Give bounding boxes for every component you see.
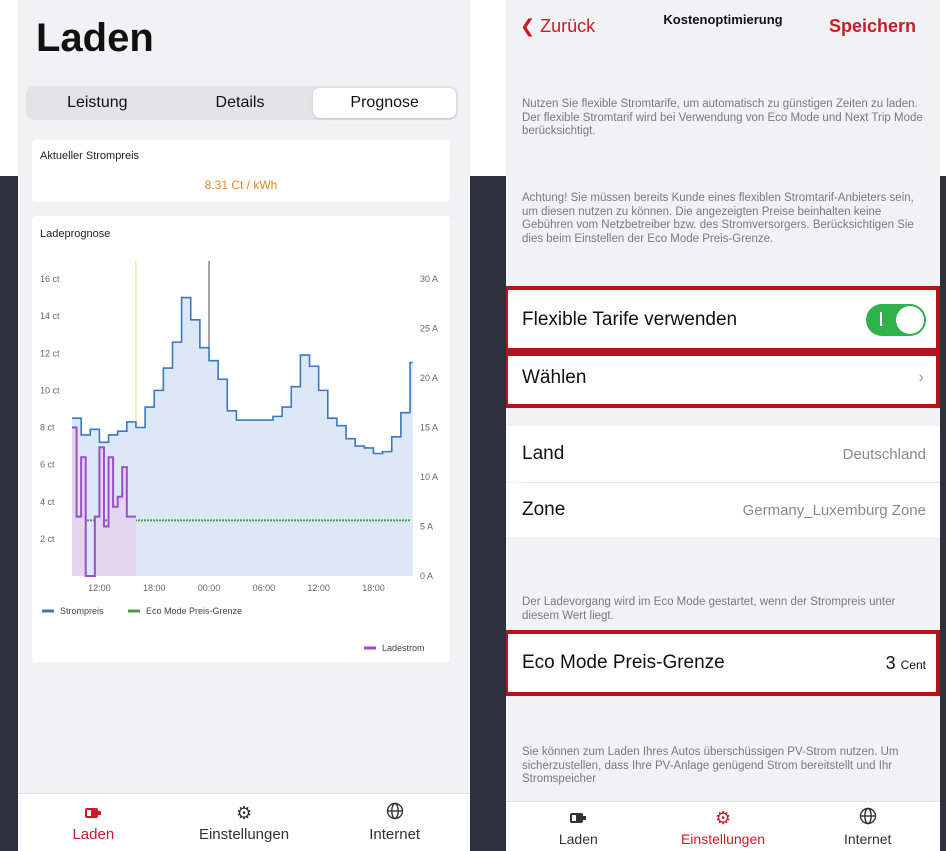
info-text: Nutzen Sie flexible Stromtarife, um auto… (522, 98, 923, 137)
globe-icon (859, 807, 877, 829)
segment-prognose[interactable]: Prognose (313, 88, 457, 118)
laden-screen: Laden Leistung Details Prognose Aktuelle… (18, 0, 470, 851)
battery-icon (85, 802, 102, 824)
y-left-tick-label: 12 ct (40, 348, 60, 358)
header: Laden (18, 0, 470, 80)
tab-laden[interactable]: Laden (18, 794, 169, 851)
gear-icon: ⚙ (714, 807, 732, 828)
pv-info-text: Sie können zum Laden Ihres Autos übersch… (522, 746, 899, 785)
highlight-box (506, 286, 940, 352)
y-right-tick-label: 20 A (420, 373, 438, 383)
gear-icon: ⚙ (235, 803, 253, 823)
tab-einstellungen[interactable]: ⚙ Einstellungen (651, 802, 796, 851)
zone-value: Germany_Luxemburg Zone (742, 501, 926, 519)
x-tick-label: 00:00 (198, 583, 221, 593)
x-tick-label: 18:00 (143, 583, 166, 593)
zone-label: Zone (522, 499, 566, 520)
country-row[interactable]: Land Deutschland (506, 426, 940, 482)
y-left-tick-label: 16 ct (40, 274, 60, 284)
warning-text: Achtung! Sie müssen bereits Kunde eines … (522, 192, 914, 245)
highlight-box (506, 352, 940, 408)
forecast-chart[interactable]: 2 ct 4 ct 6 ct 8 ct 10 ct 12 ct 14 ct 16 ct 0 A 5… (32, 216, 450, 662)
current-price-card: Aktueller Strompreis 8.31 Ct / kWh (32, 140, 450, 202)
kostenoptimierung-screen: ❮ Zurück Kostenoptimierung Speichern Nut… (506, 0, 940, 851)
background-strip (940, 176, 946, 851)
tab-internet[interactable]: Internet (795, 802, 940, 851)
segmented-control: Leistung Details Prognose (26, 86, 458, 120)
zone-row[interactable]: Zone Germany_Luxemburg Zone (506, 483, 940, 537)
globe-icon (386, 802, 404, 824)
y-right-tick-label: 25 A (420, 324, 438, 334)
segment-leistung[interactable]: Leistung (26, 86, 169, 120)
tab-laden[interactable]: Laden (506, 802, 651, 851)
y-right-tick-label: 5 A (420, 522, 433, 532)
tab-bar: Laden ⚙ Einstellungen Internet (506, 801, 940, 851)
y-right-tick-label: 15 A (420, 423, 438, 433)
tab-label: Laden (72, 826, 115, 843)
y-right-tick-label: 0 A (420, 571, 433, 581)
y-right-tick-label: 10 A (420, 472, 438, 482)
tab-internet[interactable]: Internet (319, 794, 470, 851)
y-left-tick-label: 6 ct (40, 460, 55, 470)
battery-icon (570, 807, 587, 829)
tab-label: Laden (558, 830, 598, 847)
background-strip (470, 176, 506, 851)
legend-label-eco: Eco Mode Preis-Grenze (146, 606, 242, 616)
y-left-tick-label: 2 ct (40, 534, 55, 544)
y-left-tick-label: 14 ct (40, 311, 60, 321)
legend-label-ladestrom: Ladestrom (382, 643, 425, 653)
tab-label: Einstellungen (198, 826, 290, 843)
legend-label-strompreis: Strompreis (60, 606, 104, 616)
x-tick-label: 18:00 (362, 583, 385, 593)
highlight-box (506, 630, 940, 696)
save-button[interactable]: Speichern (829, 16, 916, 37)
current-price-label: Aktueller Strompreis (40, 150, 140, 162)
tab-bar: Laden ⚙ Einstellungen Internet (18, 793, 470, 851)
navigation-bar: ❮ Zurück Kostenoptimierung Speichern (506, 0, 940, 48)
tab-label: Einstellungen (680, 830, 766, 847)
tab-einstellungen[interactable]: ⚙ Einstellungen (169, 794, 320, 851)
y-right-tick-label: 30 A (420, 274, 438, 284)
y-left-tick-label: 8 ct (40, 423, 55, 433)
y-left-tick-label: 10 ct (40, 385, 60, 395)
page-title: Laden (36, 16, 154, 60)
tab-label: Internet (369, 826, 421, 843)
current-price-value: 8.31 Ct / kWh (204, 178, 278, 192)
background-strip (0, 176, 18, 851)
x-tick-label: 06:00 (253, 583, 276, 593)
x-tick-label: 12:00 (88, 583, 111, 593)
y-left-tick-label: 4 ct (40, 497, 55, 507)
charge-forecast-card: Ladeprognose 2 ct 4 ct 6 ct 8 ct 10 ct 12 ct 1… (32, 216, 450, 662)
country-value: Deutschland (842, 445, 926, 463)
country-label: Land (522, 443, 565, 464)
tab-label: Internet (843, 830, 892, 847)
segment-details[interactable]: Details (169, 86, 312, 120)
eco-info-text: Der Ladevorgang wird im Eco Mode gestart… (522, 596, 896, 622)
x-tick-label: 12:00 (307, 583, 330, 593)
